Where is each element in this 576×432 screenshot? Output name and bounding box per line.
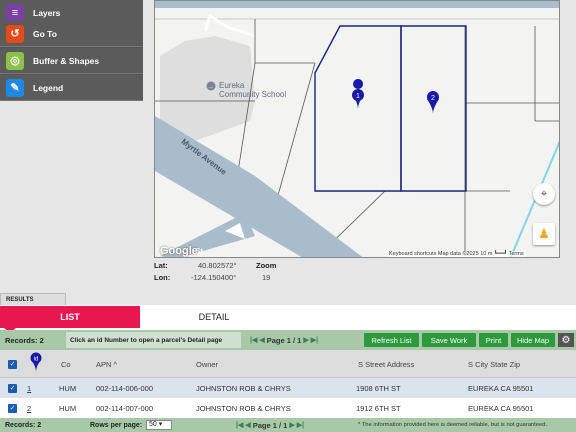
page-indicator: Page 1 / 1 — [266, 335, 302, 345]
map-attribution: Keyboard shortcuts Map data ©2025 10 m ┗… — [387, 251, 526, 257]
lat-value: 40.802572° — [198, 261, 237, 270]
svg-text:id: id — [34, 357, 39, 363]
footer-records-count: Records: 2 — [5, 421, 42, 429]
cell-city: EUREKA CA 95501 — [468, 384, 534, 393]
legend-icon: ✎ — [6, 78, 24, 97]
id-pin-icon: id — [30, 352, 42, 372]
menu-item-label: Layers — [33, 7, 61, 18]
tool-menu: ≡ Layers ↺ Go To ◎ Buffer & Shapes ✎ Leg… — [0, 0, 143, 101]
table-header: ✓ id Co APN ^ Owner S Street Address S C… — [0, 350, 576, 378]
col-co[interactable]: Co — [61, 360, 71, 369]
menu-item-label: Go To — [33, 28, 57, 39]
lon-value: -124.150400° — [191, 273, 237, 282]
print-button[interactable]: Print — [479, 333, 508, 347]
menu-item-buffer-shapes[interactable]: ◎ Buffer & Shapes — [0, 48, 143, 74]
hint-text: Click an id Number to open a parcel's De… — [66, 332, 241, 348]
cell-co: HUM — [59, 384, 77, 393]
row-checkbox[interactable]: ✓ — [8, 404, 17, 413]
map-view[interactable]: 1 2 → Eureka Community School Myrtle Ave… — [154, 0, 560, 258]
disclaimer-text: * The information provided here is deeme… — [358, 422, 548, 428]
page-indicator: Page 1 / 1 — [252, 420, 288, 430]
col-street[interactable]: S Street Address — [358, 360, 414, 369]
menu-item-legend[interactable]: ✎ Legend — [0, 75, 143, 101]
row-checkbox[interactable]: ✓ — [8, 384, 17, 393]
first-page-icon[interactable]: |◀ — [236, 421, 243, 429]
rows-per-page-label: Rows per page: — [90, 421, 143, 429]
cell-co: HUM — [59, 404, 77, 413]
lon-label: Lon: — [154, 273, 171, 282]
last-page-icon[interactable]: ▶| — [311, 336, 318, 344]
menu-item-label: Legend — [33, 82, 64, 93]
hide-map-button[interactable]: Hide Map — [511, 333, 555, 347]
col-apn[interactable]: APN ^ — [96, 360, 117, 369]
row-id-link[interactable]: 1 — [27, 384, 31, 393]
map-canvas: 1 2 → — [155, 1, 559, 257]
table-row[interactable]: ✓ 2 HUM 002-114-007-000 JOHNSTON ROB & C… — [0, 398, 576, 418]
select-all-checkbox[interactable]: ✓ — [8, 360, 17, 369]
cell-city: EUREKA CA 95501 — [468, 404, 534, 413]
svg-text:1: 1 — [356, 93, 360, 100]
cell-owner: JOHNSTON ROB & CHRYS — [196, 404, 291, 413]
table-row[interactable]: ✓ 1 HUM 002-114-006-000 JOHNSTON ROB & C… — [0, 378, 576, 398]
results-footer: Records: 2 Rows per page: 50 ▾ |◀ ◀ Page… — [0, 418, 576, 432]
next-page-icon[interactable]: ▶ — [303, 336, 308, 344]
col-owner[interactable]: Owner — [196, 360, 218, 369]
zoom-value: 19 — [262, 273, 271, 282]
pager-top: |◀ ◀ Page 1 / 1 ▶ ▶| — [250, 336, 318, 345]
results-toolbar: Records: 2 Click an id Number to open a … — [0, 330, 576, 350]
shapes-icon: ◎ — [6, 51, 24, 70]
row-id-link[interactable]: 2 — [27, 404, 31, 413]
menu-item-goto[interactable]: ↺ Go To — [0, 21, 143, 47]
cell-apn: 002-114-007-000 — [96, 404, 153, 413]
school-label: Eureka Community School — [219, 81, 287, 99]
prev-page-icon[interactable]: ◀ — [245, 421, 250, 429]
last-page-icon[interactable]: ▶| — [297, 421, 304, 429]
save-work-button[interactable]: Save Work — [422, 333, 476, 347]
tab-list[interactable]: LIST — [0, 306, 140, 328]
cell-street: 1908 6TH ST — [356, 384, 401, 393]
results-section-tab[interactable]: RESULTS — [0, 293, 66, 305]
street-view-pegman-icon[interactable]: ♟ — [533, 223, 555, 245]
layers-icon: ≡ — [6, 3, 24, 22]
locate-icon[interactable]: ⌖ — [533, 183, 555, 205]
rows-per-page-select[interactable]: 50 ▾ — [146, 420, 172, 430]
goto-arrow-icon: ↺ — [6, 24, 24, 43]
google-logo: Google — [160, 245, 198, 257]
parcel-marker-2[interactable]: 2 — [427, 91, 439, 114]
next-page-icon[interactable]: ▶ — [289, 421, 294, 429]
menu-item-label: Buffer & Shapes — [33, 55, 100, 66]
parcel-marker-1[interactable]: 1 — [352, 79, 364, 109]
refresh-list-button[interactable]: Refresh List — [364, 333, 419, 347]
prev-page-icon[interactable]: ◀ — [259, 336, 264, 344]
svg-text:→: → — [208, 85, 214, 91]
cell-apn: 002-114-006-000 — [96, 384, 153, 393]
tab-detail[interactable]: DETAIL — [143, 306, 285, 328]
sort-asc-icon: ^ — [113, 360, 118, 369]
records-count: Records: 2 — [5, 335, 44, 345]
cell-street: 1912 6TH ST — [356, 404, 401, 413]
cell-owner: JOHNSTON ROB & CHRYS — [196, 384, 291, 393]
zoom-label: Zoom — [256, 261, 277, 270]
pager-bottom: |◀ ◀ Page 1 / 1 ▶ ▶| — [236, 421, 304, 430]
lat-label: Lat: — [154, 261, 168, 270]
gear-icon[interactable]: ⚙ — [558, 333, 574, 347]
first-page-icon[interactable]: |◀ — [250, 336, 257, 344]
col-city[interactable]: S City State Zip — [468, 360, 520, 369]
svg-text:2: 2 — [431, 95, 435, 102]
